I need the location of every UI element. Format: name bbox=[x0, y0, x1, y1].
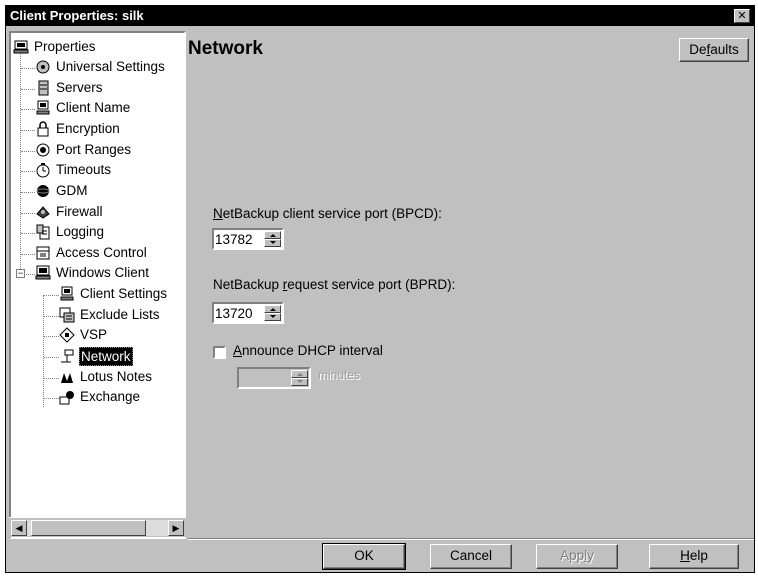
log-icon bbox=[36, 224, 50, 240]
firewall-icon bbox=[36, 206, 50, 219]
computer-icon bbox=[13, 40, 29, 54]
ok-button[interactable]: OK bbox=[322, 543, 406, 570]
vsp-icon bbox=[59, 327, 75, 343]
bpcd-port-label: NetBackup client service port (BPCD): bbox=[213, 206, 442, 221]
footer-divider bbox=[188, 538, 754, 540]
scroll-thumb[interactable] bbox=[31, 520, 146, 536]
help-button[interactable]: Help bbox=[649, 544, 739, 569]
spin-up-icon[interactable] bbox=[264, 305, 281, 313]
dhcp-interval-input bbox=[240, 370, 286, 386]
clock-icon bbox=[36, 163, 50, 178]
defaults-button[interactable]: Defaults bbox=[679, 38, 749, 62]
access-control-icon bbox=[36, 246, 50, 260]
port-icon bbox=[36, 143, 50, 157]
minutes-unit-label: minutes bbox=[318, 368, 361, 382]
spin-up-icon bbox=[291, 370, 308, 378]
close-icon[interactable]: ✕ bbox=[734, 9, 750, 23]
server-icon bbox=[38, 80, 49, 96]
page-title: Network bbox=[188, 38, 263, 59]
bprd-port-input[interactable] bbox=[215, 305, 261, 321]
scroll-left-icon[interactable]: ◀ bbox=[11, 520, 27, 536]
settings-icon bbox=[36, 60, 50, 74]
computer-icon bbox=[35, 265, 51, 280]
computer-icon bbox=[36, 100, 50, 115]
network-icon bbox=[61, 349, 74, 363]
bpcd-port-input[interactable] bbox=[215, 231, 261, 247]
cancel-button[interactable]: Cancel bbox=[430, 544, 512, 569]
computer-icon bbox=[60, 286, 74, 301]
gdm-icon bbox=[36, 185, 50, 197]
spin-down-icon[interactable] bbox=[264, 313, 281, 321]
announce-dhcp-checkbox[interactable] bbox=[213, 346, 226, 359]
bprd-port-label: NetBackup request service port (BPRD): bbox=[213, 277, 456, 292]
bprd-port-stepper[interactable] bbox=[212, 302, 284, 324]
lock-icon bbox=[37, 121, 49, 137]
exclude-list-icon bbox=[59, 307, 75, 323]
apply-button[interactable]: Apply bbox=[536, 544, 618, 569]
properties-tree[interactable]: Properties Universal Settings Servers Cl… bbox=[9, 31, 186, 539]
title-bar: Client Properties: silk ✕ bbox=[6, 6, 754, 26]
spin-down-icon[interactable] bbox=[264, 239, 281, 247]
tree-horizontal-scrollbar[interactable]: ◀ ▶ bbox=[9, 517, 186, 537]
exchange-icon bbox=[59, 391, 74, 405]
dhcp-interval-stepper bbox=[237, 367, 311, 389]
lotus-notes-icon bbox=[61, 373, 73, 383]
window-title: Client Properties: silk bbox=[10, 8, 144, 23]
client-properties-dialog: Client Properties: silk ✕ Properties Uni… bbox=[5, 5, 755, 573]
spin-up-icon[interactable] bbox=[264, 231, 281, 239]
collapse-icon[interactable]: − bbox=[16, 269, 25, 278]
announce-dhcp-label[interactable]: Announce DHCP interval bbox=[233, 343, 383, 358]
scroll-right-icon[interactable]: ▶ bbox=[168, 520, 184, 536]
bpcd-port-stepper[interactable] bbox=[212, 228, 284, 250]
spin-down-icon bbox=[291, 378, 308, 386]
tree-item-label: Properties bbox=[34, 39, 96, 54]
